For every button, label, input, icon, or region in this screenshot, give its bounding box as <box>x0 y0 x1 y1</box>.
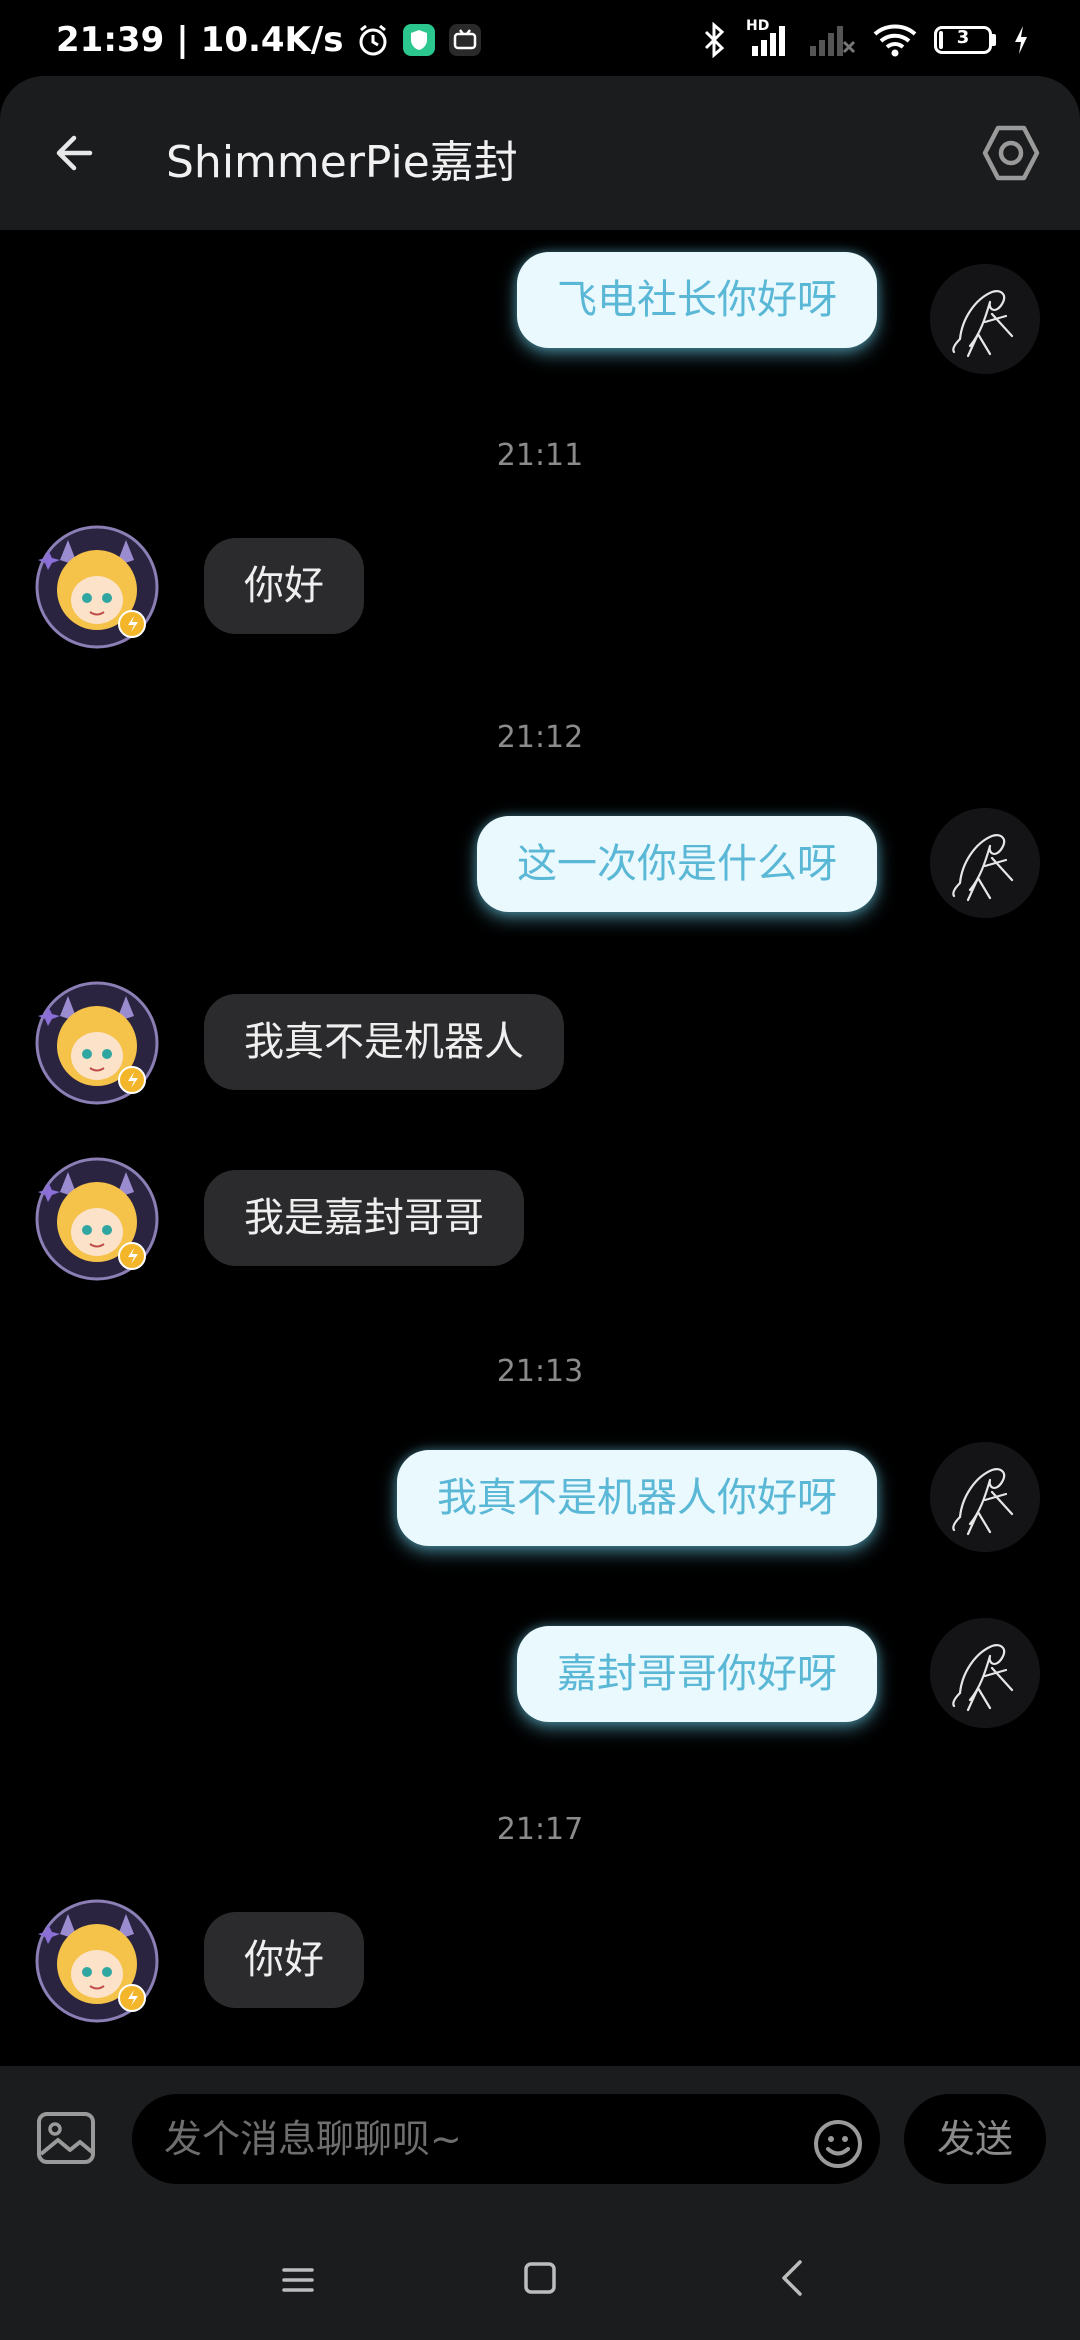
settings-hexagon-icon[interactable] <box>978 120 1044 186</box>
send-button[interactable]: 发送 <box>904 2094 1046 2184</box>
contact-avatar[interactable] <box>30 976 164 1110</box>
contact-message-bubble[interactable]: 我真不是机器人 <box>204 994 564 1090</box>
status-right: HD 3 <box>702 18 1030 58</box>
signal-1: HD <box>744 18 792 58</box>
contact-message-bubble[interactable]: 我是嘉封哥哥 <box>204 1170 524 1266</box>
battery: 3 <box>934 26 996 54</box>
timestamp: 21:13 <box>496 1354 584 1389</box>
contact-avatar[interactable] <box>30 520 164 654</box>
system-nav-bar <box>0 2216 1080 2340</box>
status-time: 21:39 <box>56 20 165 60</box>
chat-header: ShimmerPie嘉封 <box>0 76 1080 230</box>
status-left: 21:39 | 10.4K/s <box>56 20 482 60</box>
charging-icon <box>1015 26 1027 54</box>
menu-icon[interactable] <box>280 2262 316 2298</box>
message-input[interactable] <box>132 2094 880 2184</box>
signal-2-icon <box>810 26 856 56</box>
message-list[interactable]: 飞电社长你好呀 21:11 你好 21:12 这一次你是什么呀 我真不是机器人 … <box>0 230 1080 2066</box>
own-message-bubble[interactable]: 飞电社长你好呀 <box>517 252 877 348</box>
home-square-icon[interactable] <box>522 2260 558 2296</box>
wifi-icon <box>873 24 917 57</box>
nav-back-icon[interactable] <box>774 2258 810 2298</box>
alarm-icon <box>359 24 387 56</box>
status-bar: 21:39 | 10.4K/s HD 3 <box>0 0 1080 76</box>
contact-avatar[interactable] <box>30 1894 164 2028</box>
timestamp: 21:11 <box>496 438 584 473</box>
own-message-bubble[interactable]: 这一次你是什么呀 <box>477 816 877 912</box>
own-avatar[interactable] <box>930 1618 1040 1728</box>
status-net-speed: 10.4K/s <box>200 20 344 60</box>
battery-level: 3 <box>956 27 970 48</box>
back-arrow-icon[interactable] <box>44 120 110 186</box>
contact-avatar[interactable] <box>30 1152 164 1286</box>
hd-label: HD <box>746 18 770 34</box>
tv-app-icon <box>448 24 481 56</box>
composer-bar: 发送 <box>0 2066 1080 2216</box>
contact-message-bubble[interactable]: 你好 <box>204 1912 364 2008</box>
own-avatar[interactable] <box>930 264 1040 374</box>
status-separator: | <box>176 20 189 60</box>
shield-app-icon <box>402 24 435 56</box>
timestamp: 21:17 <box>496 1812 584 1847</box>
bluetooth-icon <box>704 22 725 58</box>
smiley-icon[interactable] <box>812 2118 864 2170</box>
contact-message-bubble[interactable]: 你好 <box>204 538 364 634</box>
own-message-bubble[interactable]: 嘉封哥哥你好呀 <box>517 1626 877 1722</box>
timestamp: 21:12 <box>496 720 584 755</box>
chat-title: ShimmerPie嘉封 <box>166 137 518 188</box>
chat-screen: 21:39 | 10.4K/s HD 3 ShimmerPie嘉封 飞电社长你好… <box>0 0 1080 2340</box>
own-avatar[interactable] <box>930 808 1040 918</box>
own-message-bubble[interactable]: 我真不是机器人你好呀 <box>397 1450 877 1546</box>
own-avatar[interactable] <box>930 1442 1040 1552</box>
image-icon[interactable] <box>34 2106 98 2170</box>
